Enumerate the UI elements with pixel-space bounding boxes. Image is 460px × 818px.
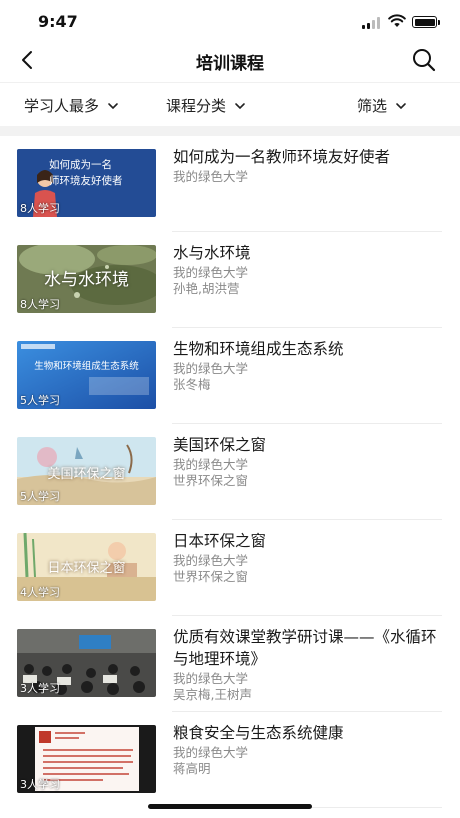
course-title: 美国环保之窗 bbox=[173, 436, 267, 454]
filter-dropdown[interactable]: 筛选 bbox=[357, 95, 407, 116]
thumb-caption: 日本环保之窗 bbox=[47, 561, 126, 576]
filter-label: 筛选 bbox=[357, 97, 388, 115]
sort-label: 学习人最多 bbox=[24, 97, 100, 115]
course-org: 我的绿色大学 bbox=[173, 169, 249, 184]
course-list: 如何成为一名 师环境友好使者 8人学习 如何成为一名教师环境友好使者 我的绿色大学… bbox=[0, 136, 460, 808]
status-bar: 9:47 bbox=[0, 0, 460, 44]
battery-icon bbox=[412, 16, 440, 28]
course-thumbnail: 如何成为一名 师环境友好使者 8人学习 bbox=[17, 149, 156, 217]
course-item[interactable]: 生物和环境组成生态系统 5人学习 生物和环境组成生态系统 我的绿色大学 张冬梅 bbox=[0, 328, 460, 424]
chevron-down-icon bbox=[108, 102, 118, 109]
course-thumbnail: 生物和环境组成生态系统 5人学习 bbox=[17, 341, 156, 409]
chevron-down-icon bbox=[235, 102, 245, 109]
course-thumbnail: 水与水环境 8人学习 bbox=[17, 245, 156, 313]
course-org: 我的绿色大学 bbox=[173, 361, 249, 376]
course-org: 我的绿色大学 bbox=[173, 745, 249, 760]
course-teachers: 吴京梅,王树声 bbox=[173, 687, 252, 702]
learner-count: 5人学习 bbox=[20, 394, 60, 407]
chevron-down-icon bbox=[396, 102, 406, 109]
course-teachers: 蒋高明 bbox=[173, 761, 211, 776]
category-dropdown[interactable]: 课程分类 bbox=[166, 95, 246, 116]
sort-dropdown[interactable]: 学习人最多 bbox=[24, 95, 119, 116]
learner-count: 3人学习 bbox=[20, 778, 60, 791]
course-item[interactable]: 美国环保之窗 5人学习 美国环保之窗 我的绿色大学 世界环保之窗 bbox=[0, 424, 460, 520]
thumb-caption: 美国环保之窗 bbox=[47, 467, 126, 482]
course-item[interactable]: 日本环保之窗 4人学习 日本环保之窗 我的绿色大学 世界环保之窗 bbox=[0, 520, 460, 616]
learner-count: 4人学习 bbox=[20, 586, 60, 599]
course-org: 我的绿色大学 bbox=[173, 671, 249, 686]
course-thumbnail: 3人学习 bbox=[17, 725, 156, 793]
nav-bar: 培训课程 bbox=[0, 40, 460, 80]
course-title: 生物和环境组成生态系统 bbox=[173, 340, 344, 358]
filter-bar: 学习人最多 课程分类 筛选 bbox=[0, 82, 460, 126]
course-item[interactable]: 3人学习 粮食安全与生态系统健康 我的绿色大学 蒋高明 bbox=[0, 712, 460, 808]
course-title: 如何成为一名教师环境友好使者 bbox=[173, 148, 391, 166]
home-indicator[interactable] bbox=[148, 804, 312, 809]
learner-count: 8人学习 bbox=[20, 202, 60, 215]
course-title: 粮食安全与生态系统健康 bbox=[173, 724, 344, 742]
course-item[interactable]: 水与水环境 8人学习 水与水环境 我的绿色大学 孙艳,胡洪营 bbox=[0, 232, 460, 328]
course-thumbnail: 3人学习 bbox=[17, 629, 156, 697]
course-teachers: 孙艳,胡洪营 bbox=[173, 281, 240, 296]
course-org: 我的绿色大学 bbox=[173, 265, 249, 280]
course-teachers: 世界环保之窗 bbox=[173, 569, 249, 584]
course-thumbnail: 日本环保之窗 4人学习 bbox=[17, 533, 156, 601]
wifi-icon bbox=[388, 14, 406, 27]
status-time: 9:47 bbox=[38, 12, 78, 31]
course-org: 我的绿色大学 bbox=[173, 457, 249, 472]
course-teachers: 世界环保之窗 bbox=[173, 473, 249, 488]
course-teachers: 张冬梅 bbox=[173, 377, 211, 392]
course-title: 日本环保之窗 bbox=[173, 532, 267, 550]
course-item[interactable]: 如何成为一名 师环境友好使者 8人学习 如何成为一名教师环境友好使者 我的绿色大学 bbox=[0, 136, 460, 232]
learner-count: 5人学习 bbox=[20, 490, 60, 503]
course-org: 我的绿色大学 bbox=[173, 553, 249, 568]
course-title: 优质有效课堂教学研讨课——《水循环与地理环境》 bbox=[173, 628, 437, 668]
search-icon[interactable] bbox=[410, 46, 438, 74]
thumb-caption: 生物和环境组成生态系统 bbox=[34, 361, 139, 372]
category-label: 课程分类 bbox=[166, 97, 227, 115]
learner-count: 8人学习 bbox=[20, 298, 60, 311]
course-thumbnail: 美国环保之窗 5人学习 bbox=[17, 437, 156, 505]
course-item[interactable]: 3人学习 优质有效课堂教学研讨课——《水循环与地理环境》 我的绿色大学 吴京梅,… bbox=[0, 616, 460, 712]
learner-count: 3人学习 bbox=[20, 682, 60, 695]
signal-icon bbox=[362, 17, 380, 29]
thumb-caption: 如何成为一名 师环境友好使者 bbox=[49, 159, 123, 187]
section-divider bbox=[0, 126, 460, 136]
course-title: 水与水环境 bbox=[173, 244, 251, 262]
thumb-caption: 水与水环境 bbox=[44, 270, 129, 290]
page-title: 培训课程 bbox=[196, 54, 264, 74]
